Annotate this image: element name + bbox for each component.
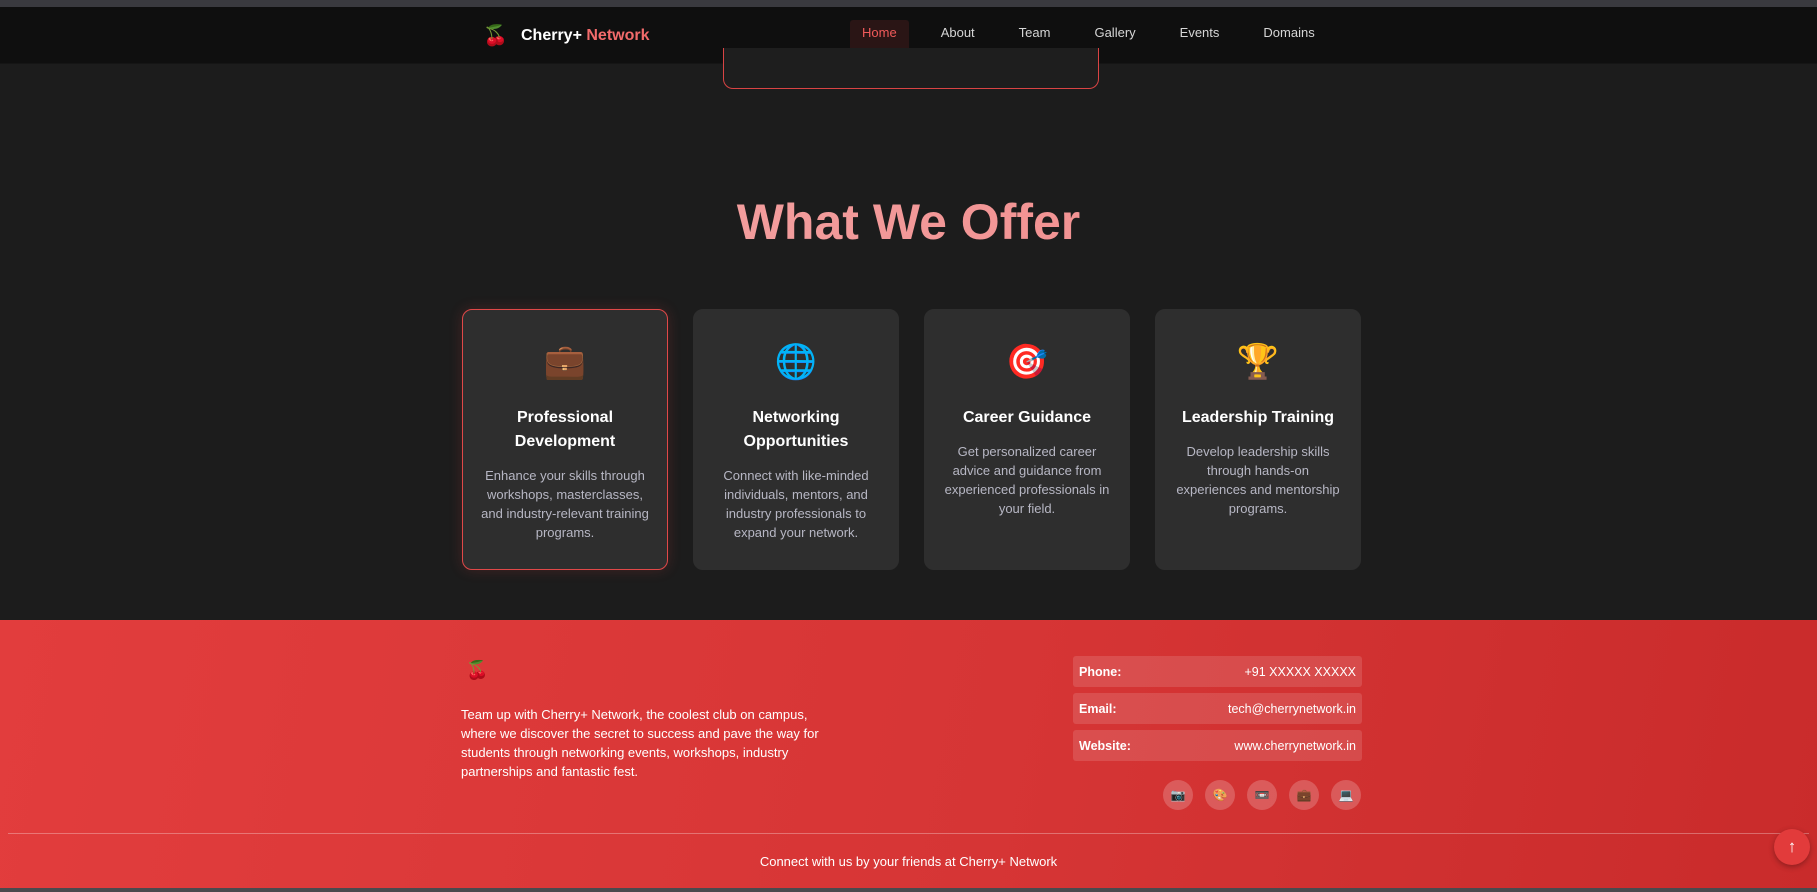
offer-description: Get personalized career advice and guida… (944, 444, 1110, 516)
camera-icon[interactable]: 📷 (1163, 780, 1193, 810)
contact-phone: Phone: +91 XXXXX XXXXX (1073, 656, 1362, 687)
contact-label: Phone: (1079, 664, 1122, 679)
briefcase-icon[interactable]: 💼 (1289, 780, 1319, 810)
briefcase-icon: 💼 (543, 343, 587, 381)
scroll-to-top-button[interactable]: ↑ (1774, 829, 1810, 865)
offer-description: Develop leadership skills through hands-… (1176, 444, 1340, 516)
contact-value[interactable]: tech@cherrynetwork.in (1228, 702, 1356, 716)
cherry-logo-icon: 🍒 (483, 25, 508, 47)
brand-name-accent: Network (586, 27, 650, 44)
footer-about-text: Team up with Cherry+ Network, the cooles… (461, 707, 819, 779)
hero-card (723, 48, 1099, 89)
trophy-icon: 🏆 (1236, 343, 1280, 381)
brand[interactable]: 🍒 Cherry+ Network (483, 23, 650, 49)
offers-grid: 💼 Professional Development Enhance your … (462, 309, 1361, 570)
footer-divider (8, 833, 1809, 834)
laptop-icon[interactable]: 💻 (1331, 780, 1361, 810)
offer-title: Career Guidance (962, 409, 1092, 426)
brand-name: Cherry+ Network (521, 27, 650, 45)
nav-link-events[interactable]: Events (1168, 20, 1232, 52)
nav-link-domains[interactable]: Domains (1251, 20, 1326, 52)
contact-email: Email: tech@cherrynetwork.in (1073, 693, 1362, 724)
contact-label: Website: (1079, 738, 1131, 753)
palette-icon[interactable]: 🎨 (1205, 780, 1235, 810)
footer: 🍒 Team up with Cherry+ Network, the cool… (0, 620, 1817, 892)
contact-list: Phone: +91 XXXXX XXXXX Email: tech@cherr… (1073, 656, 1362, 767)
brand-name-main: Cherry+ (521, 27, 582, 44)
offer-card-career-guidance[interactable]: 🎯 Career Guidance Get personalized caree… (924, 309, 1130, 570)
offer-card-professional-development[interactable]: 💼 Professional Development Enhance your … (462, 309, 668, 570)
offer-title: Networking Opportunities (743, 409, 849, 450)
window-bottom-strip (0, 888, 1817, 892)
window-top-strip (0, 0, 1817, 7)
contact-value[interactable]: +91 XXXXX XXXXX (1244, 665, 1356, 679)
target-icon: 🎯 (1005, 343, 1049, 381)
offer-description: Enhance your skills through workshops, m… (481, 468, 649, 540)
offer-card-networking[interactable]: 🌐 Networking Opportunities Connect with … (693, 309, 899, 570)
offer-description: Connect with like-minded individuals, me… (723, 468, 869, 540)
contact-value[interactable]: www.cherrynetwork.in (1234, 739, 1356, 753)
cherry-logo-icon: 🍒 (466, 660, 489, 680)
contact-website: Website: www.cherrynetwork.in (1073, 730, 1362, 761)
tape-icon[interactable]: 📼 (1247, 780, 1277, 810)
social-links: 📷 🎨 📼 💼 💻 (1163, 780, 1361, 810)
contact-label: Email: (1079, 701, 1117, 716)
offer-title: Professional Development (514, 409, 616, 450)
offer-card-leadership[interactable]: 🏆 Leadership Training Develop leadership… (1155, 309, 1361, 570)
section-title: What We Offer (0, 193, 1817, 251)
globe-icon: 🌐 (774, 343, 818, 381)
footer-bottom-text: Connect with us by your friends at Cherr… (759, 854, 1058, 869)
offer-title: Leadership Training (1181, 409, 1335, 426)
